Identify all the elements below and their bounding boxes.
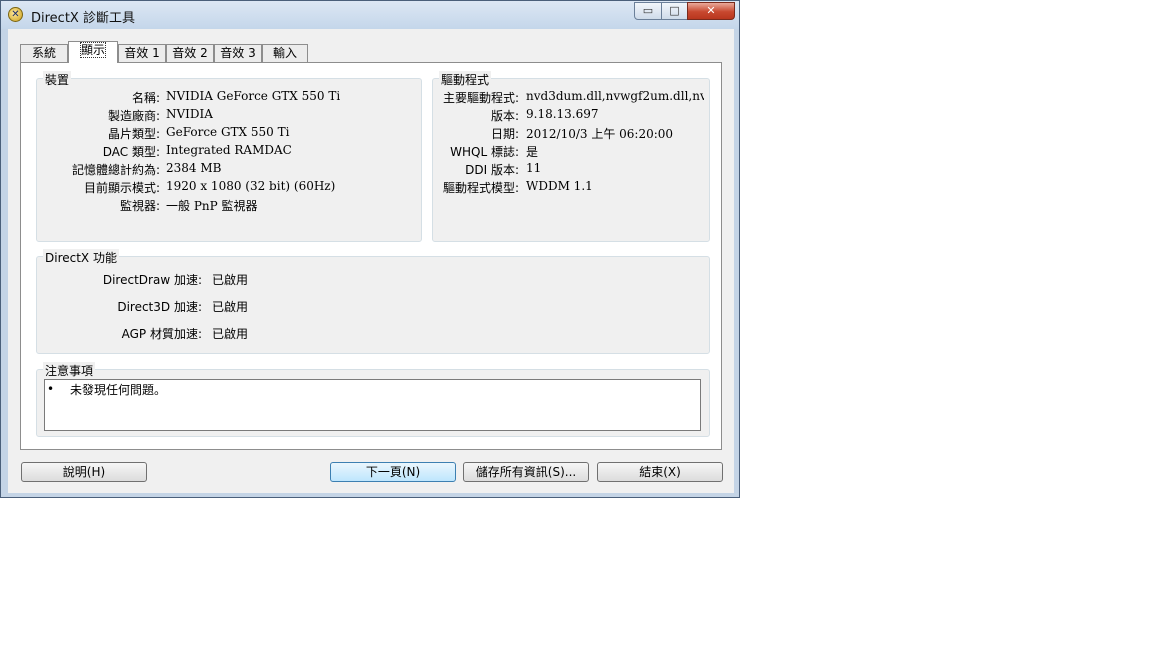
driver-label: 版本: <box>490 109 519 123</box>
device-group-title: 裝置 <box>43 71 72 88</box>
device-value: 2384 MB <box>166 161 222 175</box>
tab-label: 系統 <box>31 46 56 60</box>
device-value: 一般 PnP 監視器 <box>166 199 258 213</box>
device-value: GeForce GTX 550 Ti <box>166 125 290 139</box>
notes-group-title: 注意事項 <box>43 362 96 379</box>
tab-label: 顯示 <box>79 42 107 58</box>
dx-x-icon: ✕ <box>8 7 23 22</box>
note-item: 未發現任何問題。 <box>70 383 167 397</box>
feature-value: 已啟用 <box>212 273 249 287</box>
driver-value: 2012/10/3 上午 06:20:00 <box>526 127 674 141</box>
tab-label: 音效 2 <box>172 46 208 60</box>
minimize-button[interactable]: ▭ <box>634 2 662 20</box>
title-bar[interactable]: ✕ DirectX 診斷工具 ▭ □ ✕ <box>1 1 739 29</box>
next-page-button[interactable]: 下一頁(N) <box>330 462 456 482</box>
device-value: NVIDIA GeForce GTX 550 Ti <box>166 89 341 103</box>
device-label: 晶片類型: <box>107 127 160 141</box>
feature-label: Direct3D 加速: <box>117 300 202 314</box>
tab-sound-2[interactable]: 音效 2 <box>166 44 214 62</box>
features-group-title: DirectX 功能 <box>43 249 119 266</box>
display-tab-panel: 裝置 名稱: NVIDIA GeForce GTX 550 Ti 製造廠商: N… <box>20 62 722 450</box>
device-value: Integrated RAMDAC <box>166 143 292 157</box>
notes-group: 注意事項 • 未發現任何問題。 <box>36 362 710 437</box>
tab-label: 音效 3 <box>220 46 256 60</box>
save-all-info-button[interactable]: 儲存所有資訊(S)... <box>463 462 589 482</box>
driver-value: 11 <box>526 161 542 175</box>
close-button[interactable]: ✕ <box>687 2 735 20</box>
help-button[interactable]: 說明(H) <box>21 462 147 482</box>
device-value: 1920 x 1080 (32 bit) (60Hz) <box>166 179 336 193</box>
tab-input[interactable]: 輸入 <box>262 44 308 62</box>
device-label: 記憶體總計約為: <box>71 163 160 177</box>
drivers-group: 驅動程式 主要驅動程式: nvd3dum.dll,nvwgf2um.dll,nv… <box>432 71 710 242</box>
exit-button[interactable]: 結束(X) <box>597 462 723 482</box>
tab-display[interactable]: 顯示 <box>68 41 118 63</box>
feature-value: 已啟用 <box>212 327 249 341</box>
tab-label: 音效 1 <box>124 46 160 60</box>
driver-label: DDI 版本: <box>465 163 519 177</box>
drivers-group-title: 驅動程式 <box>439 71 492 88</box>
bullet-icon: • <box>47 382 55 396</box>
tab-sound-1[interactable]: 音效 1 <box>118 44 166 62</box>
window-title: DirectX 診斷工具 <box>31 11 135 26</box>
directx-features-group: DirectX 功能 DirectDraw 加速: 已啟用 Direct3D 加… <box>36 249 710 354</box>
feature-label: AGP 材質加速: <box>121 327 202 341</box>
driver-label: WHQL 標誌: <box>450 145 519 159</box>
driver-value: WDDM 1.1 <box>526 179 593 193</box>
feature-value: 已啟用 <box>212 300 249 314</box>
driver-label: 驅動程式模型: <box>442 181 519 195</box>
driver-value: 9.18.13.697 <box>526 107 599 121</box>
device-label: DAC 類型: <box>102 145 160 159</box>
device-label: 製造廠商: <box>107 109 160 123</box>
tab-sound-3[interactable]: 音效 3 <box>214 44 262 62</box>
device-value: NVIDIA <box>166 107 213 121</box>
client-area: 系統 顯示 音效 1 音效 2 音效 3 輸入 裝置 名稱: NVIDIA Ge… <box>8 29 734 493</box>
tab-system[interactable]: 系統 <box>20 44 68 62</box>
device-label: 目前顯示模式: <box>83 181 160 195</box>
driver-value: 是 <box>526 145 539 159</box>
feature-label: DirectDraw 加速: <box>102 273 202 287</box>
device-label: 監視器: <box>119 199 160 213</box>
tab-label: 輸入 <box>272 46 297 60</box>
dxdiag-window: ✕ DirectX 診斷工具 ▭ □ ✕ 系統 顯示 音效 1 音效 2 音效 … <box>0 0 740 498</box>
driver-value: nvd3dum.dll,nvwgf2um.dll,nvwgf2ur <box>526 89 704 103</box>
device-group: 裝置 名稱: NVIDIA GeForce GTX 550 Ti 製造廠商: N… <box>36 71 422 242</box>
device-label: 名稱: <box>131 91 160 105</box>
driver-label: 主要驅動程式: <box>442 91 519 105</box>
maximize-button[interactable]: □ <box>661 2 688 20</box>
driver-label: 日期: <box>490 127 519 141</box>
notes-textbox[interactable]: • 未發現任何問題。 <box>44 379 701 431</box>
